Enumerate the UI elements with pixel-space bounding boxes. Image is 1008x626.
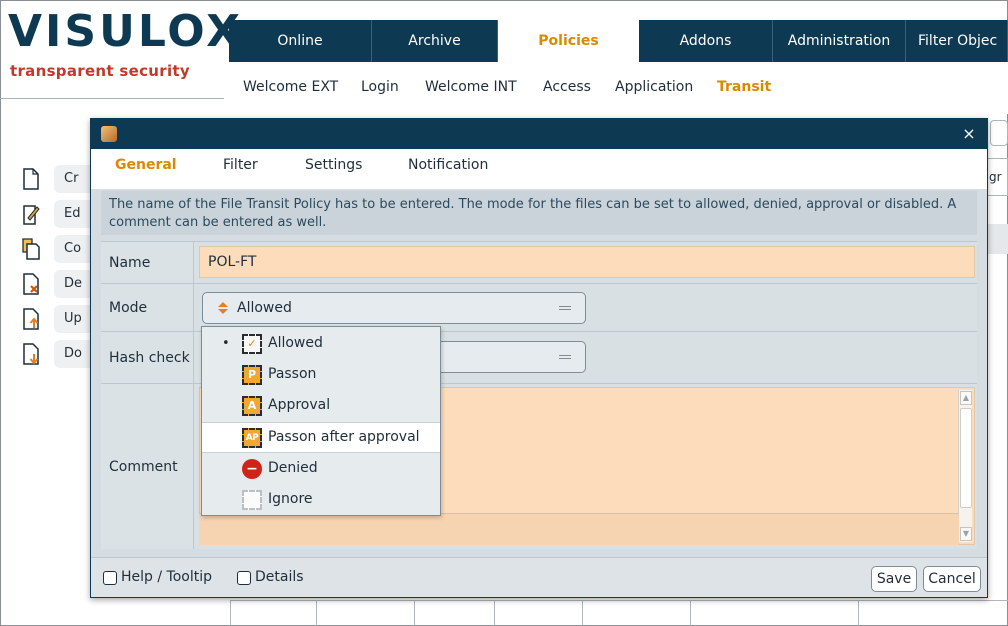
select-handle-icon <box>559 306 571 310</box>
comment-scrollbar[interactable]: ▲ ▼ <box>958 390 972 542</box>
upload-document-icon[interactable] <box>22 308 40 330</box>
subtab-login[interactable]: Login <box>361 79 399 95</box>
subtab-application[interactable]: Application <box>615 79 693 95</box>
mode-option-denied[interactable]: − Denied <box>202 454 440 485</box>
ignore-icon <box>242 490 262 510</box>
close-icon[interactable]: × <box>959 123 979 145</box>
logo-subtitle: transparent security <box>10 62 190 80</box>
comment-label: Comment <box>101 383 193 549</box>
logo-title: VISULOX <box>8 6 244 57</box>
logo-divider <box>0 98 224 99</box>
mode-option-allowed[interactable]: • ✓ Allowed <box>202 329 440 360</box>
save-button[interactable]: Save <box>871 566 917 592</box>
tab-administration[interactable]: Administration <box>773 20 906 62</box>
edit-document-icon[interactable] <box>22 203 40 225</box>
mode-option-approval[interactable]: A Approval <box>202 391 440 422</box>
comment-lower-area <box>199 513 959 545</box>
dialog-titlebar[interactable]: × <box>91 119 987 149</box>
scroll-up-icon[interactable]: ▲ <box>960 391 972 405</box>
tab-addons[interactable]: Addons <box>639 20 773 62</box>
mode-label: Mode <box>101 283 193 331</box>
delete-document-icon[interactable] <box>22 273 40 295</box>
subtab-access[interactable]: Access <box>543 79 591 95</box>
tab-settings[interactable]: Settings <box>305 157 362 173</box>
mode-option-ignore[interactable]: Ignore <box>202 485 440 516</box>
hash-check-label: Hash check <box>101 331 193 383</box>
tab-online[interactable]: Online <box>229 20 372 62</box>
denied-icon: − <box>242 459 262 479</box>
dialog-description: The name of the File Transit Policy has … <box>101 191 977 235</box>
create-document-icon[interactable] <box>22 168 40 190</box>
background-grid-line <box>414 600 415 626</box>
sidebar-item-delete[interactable]: De <box>54 270 94 298</box>
tab-archive[interactable]: Archive <box>372 20 498 62</box>
name-input[interactable]: POL-FT <box>199 246 975 278</box>
sidebar-item-copy[interactable]: Co <box>54 235 94 263</box>
name-label: Name <box>101 241 193 283</box>
mode-option-passon-after-approval[interactable]: AP Passon after approval <box>202 422 440 453</box>
tab-policies[interactable]: Policies <box>498 20 639 62</box>
background-grid-line <box>494 600 495 626</box>
dialog-footer: Help / Tooltip Details Save Cancel <box>91 557 987 597</box>
passon-after-approval-ap-icon: AP <box>242 428 262 448</box>
dialog-tab-bar: General Filter Settings Notification <box>91 149 987 189</box>
sidebar-item-upload[interactable]: Up <box>54 305 94 333</box>
background-grid-line <box>316 600 317 626</box>
option-label: Approval <box>268 397 331 413</box>
tab-general[interactable]: General <box>115 157 177 173</box>
download-document-icon[interactable] <box>22 343 40 365</box>
app-icon <box>101 126 117 142</box>
tab-filter[interactable]: Filter <box>223 157 258 173</box>
approval-a-icon: A <box>242 396 262 416</box>
copy-document-icon[interactable] <box>22 238 40 260</box>
option-label: Allowed <box>268 335 323 351</box>
subtab-welcome-ext[interactable]: Welcome EXT <box>243 79 338 95</box>
help-tooltip-checkbox[interactable] <box>103 571 117 585</box>
logo: VISULOX transparent security <box>8 10 240 100</box>
sub-tab-bar: Welcome EXT Login Welcome INT Access App… <box>229 62 1008 114</box>
tab-notification[interactable]: Notification <box>408 157 488 173</box>
help-tooltip-label[interactable]: Help / Tooltip <box>121 569 212 585</box>
background-grid-line <box>690 600 691 626</box>
selected-bullet-icon: • <box>222 336 230 351</box>
details-checkbox[interactable] <box>237 571 251 585</box>
background-grid-line <box>582 600 583 626</box>
background-grid-line <box>230 600 231 626</box>
subtab-transit[interactable]: Transit <box>717 79 771 95</box>
details-label[interactable]: Details <box>255 569 304 585</box>
mode-dropdown-menu: • ✓ Allowed P Passon A Approval AP Passo… <box>201 326 441 516</box>
background-field: gr <box>986 158 1008 196</box>
option-label: Passon <box>268 366 317 382</box>
mode-select[interactable]: Allowed <box>202 292 586 324</box>
subtab-welcome-int[interactable]: Welcome INT <box>425 79 517 95</box>
mode-option-passon[interactable]: P Passon <box>202 360 440 391</box>
option-label: Ignore <box>268 491 313 507</box>
background-grid <box>230 600 1008 601</box>
scroll-down-icon[interactable]: ▼ <box>960 527 972 541</box>
background-button <box>990 120 1008 146</box>
sidebar-item-edit[interactable]: Ed <box>54 200 94 228</box>
passon-p-icon: P <box>242 365 262 385</box>
scrollbar-thumb[interactable] <box>960 408 972 508</box>
tab-filter-objects[interactable]: Filter Objec <box>906 20 1008 62</box>
sort-arrows-icon <box>218 302 228 314</box>
sidebar-item-create[interactable]: Cr <box>54 165 94 193</box>
select-handle-icon <box>559 355 571 359</box>
cancel-button[interactable]: Cancel <box>923 566 981 592</box>
option-label: Denied <box>268 460 318 476</box>
background-strip <box>986 224 1008 254</box>
option-label: Passon after approval <box>268 429 420 445</box>
background-grid-line <box>858 600 859 626</box>
main-tab-bar: Online Archive Policies Addons Administr… <box>229 20 1008 62</box>
sidebar-item-download[interactable]: Do <box>54 340 94 368</box>
allowed-check-icon: ✓ <box>242 334 262 354</box>
mode-select-value: Allowed <box>237 300 292 316</box>
